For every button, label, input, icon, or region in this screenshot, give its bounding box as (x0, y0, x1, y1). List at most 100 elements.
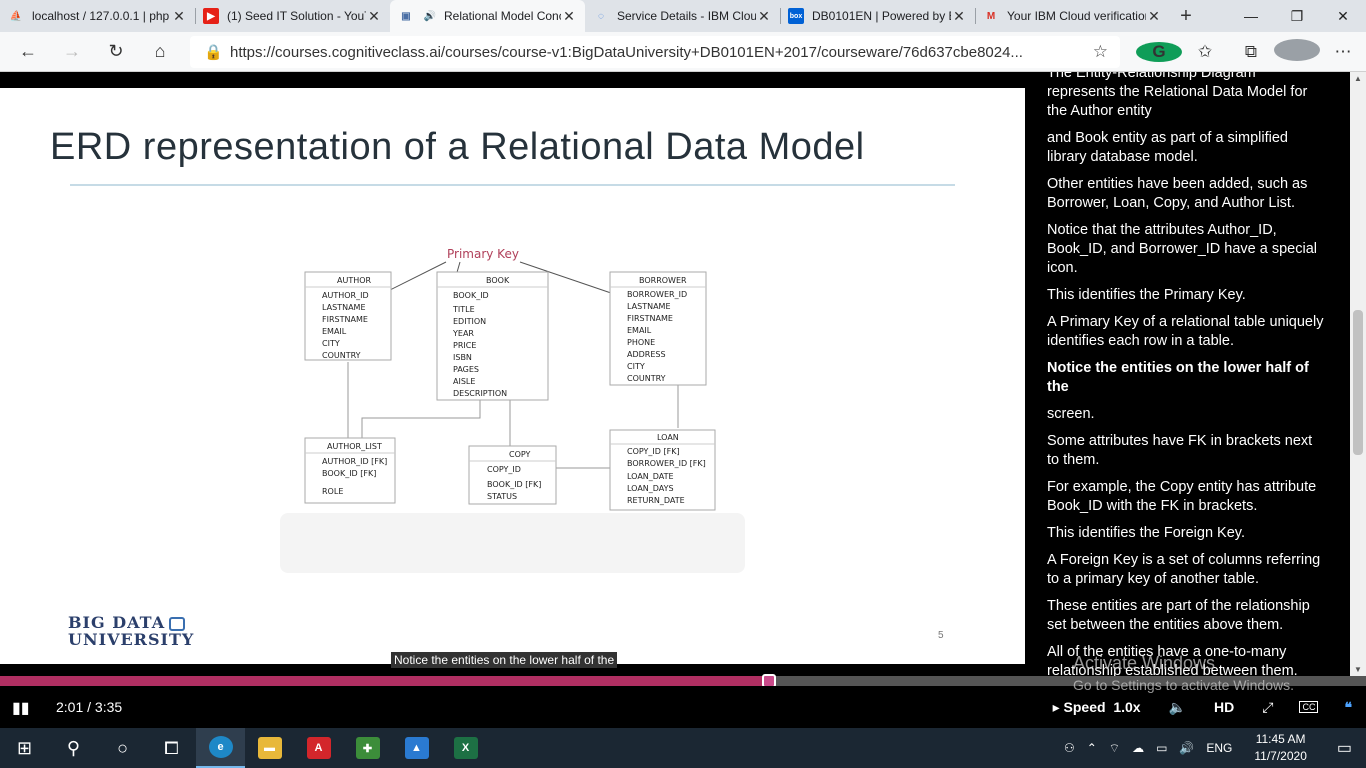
transcript-line[interactable]: Notice that the attributes Author_ID, Bo… (1047, 221, 1328, 278)
excel-icon[interactable]: X (441, 728, 490, 768)
tab-youtube[interactable]: ▶ (1) Seed IT Solution - YouTube ✕ (195, 0, 390, 32)
refresh-button[interactable]: ↻ (94, 32, 138, 72)
video-caption: Notice the entities on the lower half of… (391, 652, 618, 668)
attr: ROLE (322, 487, 343, 496)
cc-button[interactable]: CC (1299, 701, 1319, 713)
transcript-line[interactable]: This identifies the Foreign Key. (1047, 524, 1328, 543)
big-data-university-logo: BIG DATA UNIVERSITY (68, 613, 195, 649)
url-field[interactable]: 🔒 https://courses.cognitiveclass.ai/cour… (190, 36, 1120, 68)
transcript-line[interactable]: A Primary Key of a relational table uniq… (1047, 313, 1328, 351)
start-button[interactable]: ⊞ (0, 728, 49, 768)
attr: STATUS (487, 492, 517, 501)
entity-book-title: BOOK (486, 276, 510, 285)
transcript-line[interactable]: For example, the Copy entity has attribu… (1047, 478, 1328, 516)
close-icon[interactable]: ✕ (366, 8, 382, 25)
attr: DESCRIPTION (453, 389, 507, 398)
lock-icon[interactable]: 🔒 (204, 43, 230, 61)
box-icon: box (788, 8, 804, 24)
transcript-line[interactable]: screen. (1047, 405, 1328, 424)
transcript-toggle-icon[interactable]: ❝ (1330, 699, 1366, 716)
entity-author-title: AUTHOR (337, 276, 372, 285)
tab-relational-model[interactable]: ▣ 🔊 Relational Model Concepts ✕ (390, 0, 585, 32)
pause-button[interactable]: ▮▮ (12, 698, 30, 718)
acrobat-icon[interactable]: A (294, 728, 343, 768)
attr: CITY (627, 362, 645, 371)
profile-button[interactable] (1274, 38, 1320, 66)
loading-icon: ◌ (598, 10, 604, 22)
attr: YEAR (452, 329, 474, 338)
back-button[interactable]: ← (6, 32, 50, 72)
close-icon[interactable]: ✕ (951, 8, 967, 25)
task-view-icon[interactable]: ⧠ (147, 728, 196, 768)
notification-icon[interactable]: ▭ (1323, 738, 1366, 758)
tab-gmail[interactable]: M Your IBM Cloud verification ✕ (975, 0, 1170, 32)
transcript-line[interactable]: A Foreign Key is a set of columns referr… (1047, 551, 1328, 589)
attr: FIRSTNAME (627, 314, 673, 323)
close-icon[interactable]: ✕ (1146, 8, 1162, 25)
scroll-up-icon[interactable]: ▲ (1354, 74, 1362, 83)
attr: PAGES (453, 365, 479, 374)
forward-button[interactable]: → (50, 32, 94, 72)
close-icon[interactable]: ✕ (756, 8, 772, 25)
language-indicator[interactable]: ENG (1200, 741, 1238, 755)
attr: LASTNAME (322, 303, 366, 312)
page-scrollbar[interactable]: ▲ ▼ (1350, 72, 1366, 676)
fullscreen-icon[interactable]: ⤢ (1248, 699, 1287, 716)
attr: LOAN_DATE (627, 472, 674, 481)
new-tab-button[interactable]: + (1170, 0, 1202, 32)
scroll-down-icon[interactable]: ▼ (1354, 665, 1362, 674)
volume-icon[interactable]: 🔈 (1155, 699, 1200, 716)
minimize-button[interactable]: — (1228, 0, 1274, 32)
favorites-button[interactable]: ✩ (1182, 42, 1228, 62)
transcript-panel[interactable]: The Entity-Relationship Diagram represen… (1025, 72, 1350, 676)
tab-title: DB0101EN | Powered by Box (812, 9, 951, 23)
video-player[interactable]: ERD representation of a Relational Data … (0, 72, 1025, 668)
tab-title: (1) Seed IT Solution - YouTube (227, 9, 366, 23)
attr: EDITION (453, 317, 486, 326)
transcript-line[interactable]: Other entities have been added, such as … (1047, 175, 1328, 213)
show-hidden-icons[interactable]: ⌃ (1081, 741, 1103, 755)
transcript-line[interactable]: and Book entity as part of a simplified … (1047, 129, 1328, 167)
attr: PRICE (453, 341, 476, 350)
phpmyadmin-icon: ⛵ (9, 10, 23, 22)
search-icon[interactable]: ⚲ (49, 728, 98, 768)
speed-button[interactable]: ▸ Speed 1.0x (1039, 699, 1155, 716)
transcript-line[interactable]: This identifies the Primary Key. (1047, 286, 1328, 305)
grammarly-extension[interactable]: G (1136, 42, 1182, 62)
attr: COUNTRY (627, 374, 666, 383)
close-icon[interactable]: ✕ (561, 8, 577, 25)
people-icon[interactable]: ⚇ (1058, 741, 1081, 755)
favorite-star-icon[interactable]: ☆ (1093, 42, 1108, 62)
file-explorer-icon[interactable]: ▬ (245, 728, 294, 768)
restore-button[interactable]: ❐ (1274, 0, 1320, 32)
transcript-line-current[interactable]: Notice the entities on the lower half of… (1047, 359, 1328, 397)
attr: BOOK_ID (453, 291, 489, 300)
attr: LOAN_DAYS (627, 484, 674, 493)
cortana-icon[interactable]: ○ (98, 728, 147, 768)
course-icon: ▣ (401, 10, 411, 22)
battery-icon[interactable]: ▭ (1150, 741, 1173, 755)
close-icon[interactable]: ✕ (171, 8, 187, 25)
collections-button[interactable]: ⧉ (1228, 42, 1274, 62)
more-menu-button[interactable]: ⋯ (1320, 42, 1366, 62)
entity-author-list-title: AUTHOR_LIST (327, 442, 382, 451)
home-button[interactable]: ⌂ (138, 32, 182, 72)
erd-diagram: Primary Key AUTHOR AUTHOR_ID LASTNAME FI… (304, 247, 716, 511)
clock[interactable]: 11:45 AM 11/7/2020 (1238, 731, 1323, 765)
transcript-line[interactable]: Some attributes have FK in brackets next… (1047, 432, 1328, 470)
transcript-line[interactable]: These entities are part of the relations… (1047, 597, 1328, 635)
game-icon[interactable]: ✚ (343, 728, 392, 768)
edge-icon[interactable]: e (196, 728, 245, 768)
close-window-button[interactable]: ✕ (1320, 0, 1366, 32)
photos-icon[interactable]: ▲ (392, 728, 441, 768)
scrollbar-thumb[interactable] (1353, 310, 1363, 455)
wifi-icon[interactable]: ⌔ (1103, 741, 1126, 756)
speaker-icon[interactable]: 🔊 (422, 8, 438, 24)
transcript-line[interactable]: The Entity-Relationship Diagram represen… (1047, 72, 1328, 121)
hd-button[interactable]: HD (1200, 699, 1248, 715)
onedrive-icon[interactable]: ☁ (1126, 741, 1150, 755)
tab-phpmyadmin[interactable]: ⛵ localhost / 127.0.0.1 | php ✕ (0, 0, 195, 32)
volume-tray-icon[interactable]: 🔊 (1173, 741, 1200, 755)
tab-box[interactable]: box DB0101EN | Powered by Box ✕ (780, 0, 975, 32)
tab-ibm-cloud[interactable]: ◌ Service Details - IBM Cloud ✕ (585, 0, 780, 32)
